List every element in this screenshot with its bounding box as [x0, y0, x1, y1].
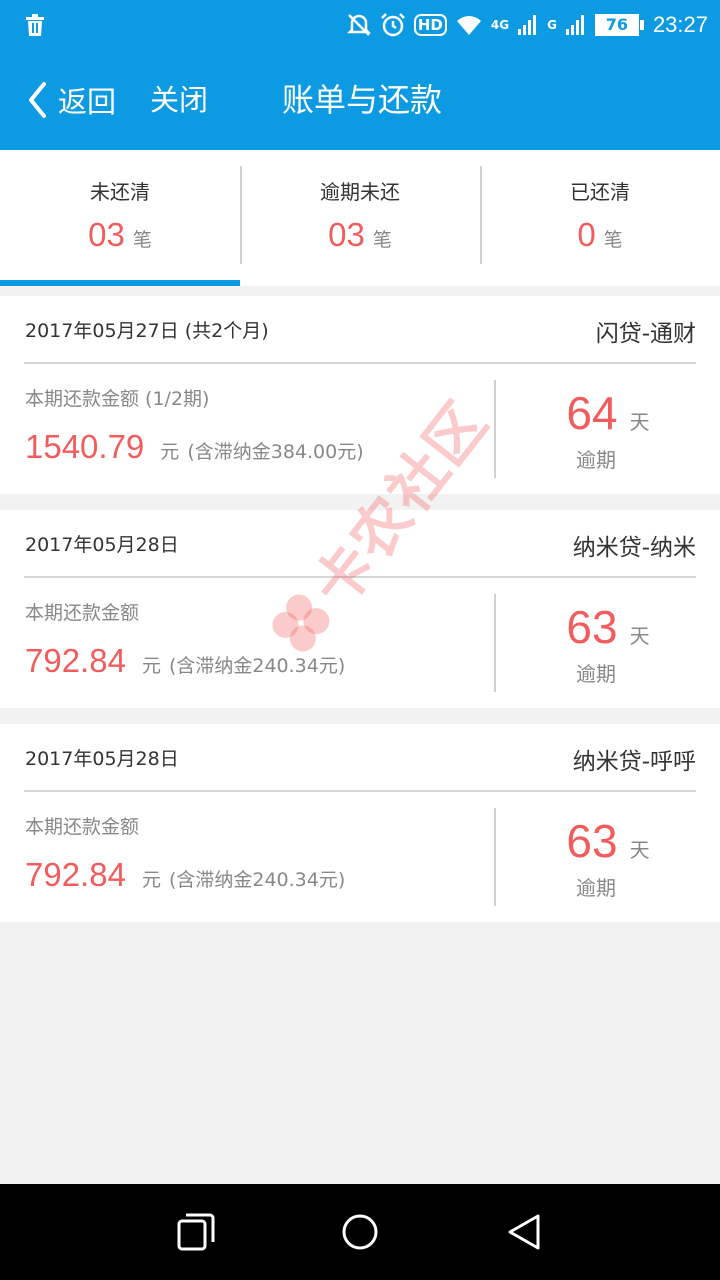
amount-value: 792.84: [25, 856, 126, 893]
back-nav-button[interactable]: [492, 1200, 556, 1264]
divider: [24, 790, 696, 792]
tab-count: 03: [328, 216, 365, 253]
system-navigation-bar: [0, 1184, 720, 1280]
amount-value: 1540.79: [25, 428, 145, 465]
status-icons: HD 4G G 76 23:27: [346, 8, 708, 42]
tab-label: 逾期未还: [320, 180, 400, 204]
signal-g-label: G: [547, 18, 557, 32]
status-tabs: 未还清 03 笔 逾期未还 03 笔 已还清 0笔: [0, 150, 720, 286]
battery-icon: 76: [594, 14, 644, 36]
alarm-clock-icon: [380, 13, 405, 37]
back-button[interactable]: 返回: [26, 76, 116, 124]
overdue-days: 63: [566, 815, 618, 867]
back-triangle-icon: [508, 1214, 540, 1250]
title-bar: 返回 关闭 账单与还款: [0, 50, 720, 150]
tab-overdue[interactable]: 逾期未还 03 笔: [240, 150, 480, 286]
home-button[interactable]: [328, 1200, 392, 1264]
trash-icon: [26, 14, 44, 36]
bill-card[interactable]: 2017年05月28日 纳米贷-纳米 本期还款金额 792.84 元 (含滞纳金…: [0, 510, 720, 708]
tab-unit: 笔: [372, 229, 392, 251]
tab-count: 03: [88, 216, 125, 253]
signal-g-icon: [565, 15, 584, 35]
currency-label: 元: [141, 655, 161, 677]
amount-value: 792.84: [25, 642, 126, 679]
active-tab-indicator: [0, 280, 240, 286]
tab-unit: 笔: [132, 229, 152, 251]
bill-card[interactable]: 2017年05月27日 (共2个月) 闪贷-通财 本期还款金额 (1/2期) 1…: [0, 296, 720, 494]
bill-product: 闪贷-通财: [595, 321, 696, 347]
wifi-icon: [456, 16, 481, 35]
bill-date: 2017年05月28日: [25, 534, 179, 556]
overdue-status: 逾期: [576, 448, 616, 472]
bill-product: 纳米贷-纳米: [572, 535, 696, 561]
tab-label: 未还清: [90, 180, 150, 204]
bill-product: 纳米贷-呼呼: [572, 749, 696, 775]
tab-paid[interactable]: 已还清 0笔: [480, 150, 720, 286]
days-unit: 天: [629, 410, 650, 434]
alarm-off-icon: [346, 14, 371, 36]
bill-date: 2017年05月28日: [25, 748, 179, 770]
recent-apps-icon: [177, 1213, 215, 1251]
divider: [24, 362, 696, 364]
penalty-note: (含滞纳金240.34元): [168, 869, 346, 891]
penalty-note: (含滞纳金240.34元): [168, 655, 346, 677]
bill-date: 2017年05月27日 (共2个月): [25, 320, 269, 342]
hd-icon: HD: [413, 14, 447, 36]
overdue-status: 逾期: [576, 662, 616, 686]
page-title: 账单与还款: [282, 81, 443, 119]
signal-4g-label: 4G: [490, 18, 510, 32]
amount-label: 本期还款金额: [25, 602, 140, 624]
currency-label: 元: [141, 869, 161, 891]
divider: [24, 576, 696, 578]
overdue-days: 63: [566, 601, 618, 653]
amount-label: 本期还款金额: [25, 816, 140, 838]
currency-label: 元: [160, 441, 180, 463]
tab-unit: 笔: [603, 229, 623, 251]
tab-label: 已还清: [570, 180, 630, 204]
days-unit: 天: [629, 624, 650, 648]
tab-count: 0: [577, 216, 596, 253]
overdue-days: 64: [566, 387, 618, 439]
back-label: 返回: [58, 85, 117, 119]
close-button[interactable]: 关闭: [150, 76, 208, 124]
bill-card[interactable]: 2017年05月28日 纳米贷-呼呼 本期还款金额 792.84 元 (含滞纳金…: [0, 724, 720, 922]
home-icon: [342, 1214, 378, 1250]
recent-apps-button[interactable]: [164, 1200, 228, 1264]
days-unit: 天: [629, 838, 650, 862]
penalty-note: (含滞纳金384.00元): [187, 441, 364, 463]
chevron-left-icon: [29, 82, 46, 118]
amount-label: 本期还款金额 (1/2期): [25, 388, 210, 410]
overdue-status: 逾期: [576, 876, 616, 900]
status-bar: HD 4G G 76 23:27: [0, 0, 720, 50]
tab-unpaid[interactable]: 未还清 03 笔: [0, 150, 240, 286]
status-time: 23:27: [652, 12, 708, 37]
signal-4g-icon: [518, 15, 537, 35]
